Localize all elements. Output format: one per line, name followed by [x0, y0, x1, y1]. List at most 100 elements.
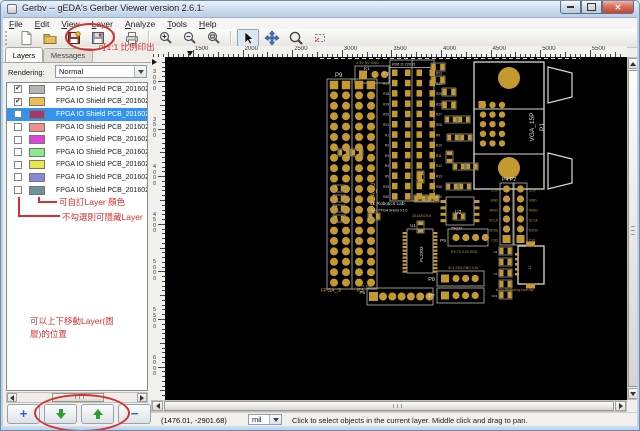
layer-row[interactable]: FPGA IO Shield PCB_20160225- [7, 133, 147, 146]
scroll-left-icon[interactable] [7, 393, 17, 402]
menu-analyze[interactable]: Analyze [119, 19, 161, 29]
layer-color-swatch[interactable] [29, 147, 45, 157]
layer-color-swatch[interactable] [29, 160, 45, 170]
svg-text:R19: R19 [383, 102, 389, 106]
layer-row[interactable]: FPGA IO Shield PCB_20160225- [7, 121, 147, 134]
svg-text:C13: C13 [491, 294, 497, 298]
layer-row[interactable]: FPGA IO Shield PCB_20160225- [7, 108, 147, 121]
menu-edit[interactable]: Edit [29, 19, 56, 29]
svg-text:U1: U1 [410, 223, 416, 228]
unit-combo[interactable]: mil [248, 414, 282, 425]
annotation-color-note: 可自訂Layer 顏色 [59, 197, 126, 207]
layer-visibility-checkbox[interactable] [14, 97, 22, 106]
layer-color-swatch[interactable] [29, 84, 45, 94]
ruler-label: 4000 [443, 46, 457, 52]
layer-visibility-checkbox[interactable] [14, 148, 22, 157]
minimize-button[interactable] [560, 1, 581, 14]
layer-visibility-checkbox[interactable] [14, 110, 22, 119]
rendering-combo[interactable]: Normal [55, 65, 147, 78]
layer-row[interactable]: FPGA IO Shield PCB_20160225- [7, 83, 147, 96]
scroll-thumb[interactable] [164, 401, 614, 411]
svg-text:R27: R27 [436, 113, 442, 117]
layer-name: FPGA IO Shield PCB_20160225- [56, 161, 147, 169]
svg-text:L3: L3 [494, 272, 498, 276]
ruler-label: 1500 [195, 46, 209, 52]
layer-color-swatch[interactable] [29, 172, 45, 182]
ruler-position-marker-v [152, 59, 157, 65]
menu-help[interactable]: Help [193, 19, 222, 29]
svg-text:P5: P5 [440, 238, 446, 244]
svg-text:GND: GND [490, 199, 498, 203]
zoom-fit-button[interactable] [203, 29, 225, 47]
layer-visibility-checkbox[interactable] [14, 160, 22, 169]
zoom-in-button[interactable] [155, 29, 177, 47]
rendering-label: Rendering: [8, 67, 45, 77]
annotation-ellipse-move-buttons [34, 394, 130, 430]
scroll-left-icon[interactable] [152, 401, 163, 411]
menu-tools[interactable]: Tools [161, 19, 193, 29]
svg-text:R23: R23 [436, 72, 442, 76]
new-button[interactable] [15, 29, 37, 47]
zoom-out-button[interactable] [179, 29, 201, 47]
layer-visibility-checkbox[interactable] [14, 186, 22, 195]
ruler-label: 5500 [591, 46, 606, 52]
combo-arrow-icon[interactable] [269, 415, 281, 424]
svg-text:R13: R13 [436, 175, 442, 179]
svg-text:R24: R24 [436, 82, 442, 86]
maximize-button[interactable] [581, 1, 602, 14]
layer-row[interactable]: FPGA IO Shield PCB_20160225- [7, 159, 147, 172]
layer-list[interactable]: FPGA IO Shield PCB_20160225- FPGA IO Shie… [6, 82, 148, 391]
combo-arrow-icon[interactable] [134, 66, 146, 77]
title-bar[interactable]: Gerbv -- gEDA's Gerber Viewer version 2.… [1, 1, 639, 18]
svg-text:MISO: MISO [489, 209, 498, 213]
canvas-hscrollbar[interactable] [151, 400, 627, 412]
scroll-right-icon[interactable] [615, 401, 626, 411]
svg-text:P7: P7 [428, 294, 435, 300]
pan-tool-button[interactable] [261, 29, 283, 47]
layer-color-swatch[interactable] [29, 122, 45, 132]
layer-name: FPGA IO Shield PCB_20160225- [56, 85, 147, 93]
layer-row[interactable]: FPGA IO Shield PCB_20160225- [7, 146, 147, 159]
tab-layers[interactable]: Layers [5, 47, 43, 62]
svg-text:R38: R38 [436, 185, 442, 189]
layer-color-swatch[interactable] [29, 109, 45, 119]
layer-color-swatch[interactable] [29, 135, 45, 145]
measure-tool-button[interactable] [309, 29, 331, 47]
svg-text:See FPGA Shield V1.0: See FPGA Shield V1.0 [371, 209, 407, 213]
ruler-label: 3 0 0 0 [153, 69, 157, 92]
ruler-label: 5 0 0 0 [153, 259, 157, 282]
scroll-right-icon[interactable] [137, 393, 147, 402]
svg-text:R10: R10 [436, 144, 442, 148]
svg-text:PL2303: PL2303 [419, 246, 424, 262]
svg-text:RX TX 3.3V GND: RX TX 3.3V GND [451, 250, 478, 254]
pointer-tool-button[interactable] [237, 29, 259, 47]
open-button[interactable] [39, 29, 61, 47]
svg-text:IT Robotics Lab: IT Robotics Lab [371, 201, 405, 207]
ruler-label: 4 5 0 0 [153, 211, 157, 235]
toolbar-grip[interactable] [5, 31, 11, 45]
svg-text:J1: J1 [527, 265, 532, 270]
svg-text:R18: R18 [383, 92, 389, 96]
layer-visibility-checkbox[interactable] [14, 123, 22, 132]
gerber-canvas[interactable]: R16 R23 R17 R24 R18 R25 R19 R26 R20 R27 R21 R28 R1 R9… [165, 57, 627, 400]
close-button[interactable]: ✕ [602, 1, 634, 14]
layer-visibility-checkbox[interactable] [14, 84, 22, 94]
layer-name: FPGA IO Shield PCB_20160225- [56, 98, 147, 106]
layer-row[interactable]: FPGA IO Shield PCB_20160225- [7, 96, 147, 109]
svg-text:R16: R16 [383, 72, 389, 76]
layer-row[interactable]: FPGA IO Shield PCB_20160225- [7, 184, 147, 197]
svg-text:3.3V: 3.3V [529, 189, 537, 193]
menu-file[interactable]: File [3, 19, 29, 29]
svg-text:R4: R4 [385, 164, 389, 168]
ruler-label: 4500 [492, 46, 506, 52]
zoom-in-icon [159, 31, 172, 44]
zoom-selection-tool-button[interactable] [285, 29, 307, 47]
layer-name: FPGA IO Shield PCB_20160225- [56, 186, 147, 194]
layer-visibility-checkbox[interactable] [14, 173, 22, 182]
layer-color-swatch[interactable] [29, 97, 45, 107]
layer-visibility-checkbox[interactable] [14, 135, 22, 144]
layer-color-swatch[interactable] [29, 185, 45, 195]
svg-text:2016/02/16: 2016/02/16 [412, 214, 431, 218]
layer-row[interactable]: FPGA IO Shield PCB_20160225- [7, 171, 147, 184]
vertical-ruler: 3 0 0 0 3 5 0 0 4 0 0 0 4 5 0 0 5 0 0 0 5 5 0… [151, 57, 166, 400]
